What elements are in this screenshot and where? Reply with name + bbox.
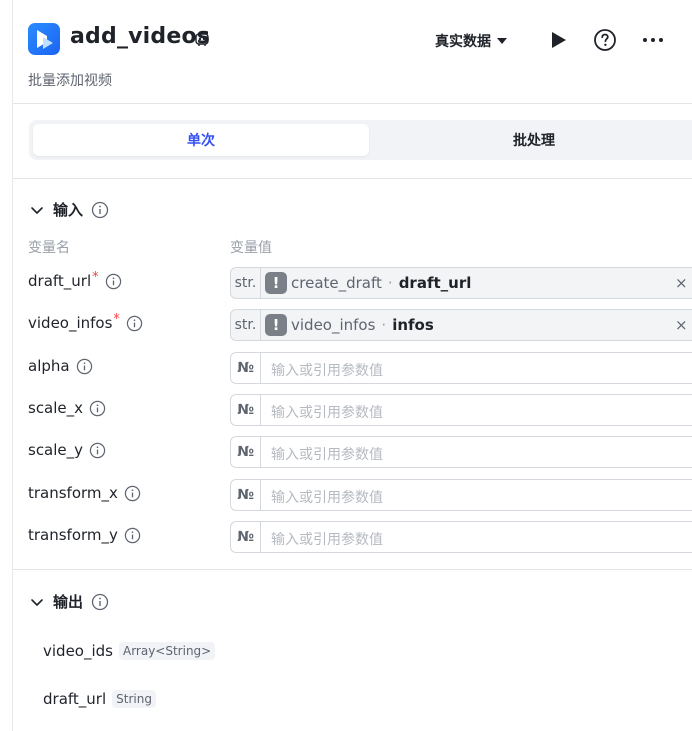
scale-x-value-field[interactable]: № 输入或引用参数值: [230, 394, 692, 426]
run-mode-tabs: 单次 批处理: [29, 120, 692, 160]
required-mark: *: [113, 311, 120, 327]
param-name: video_infos *: [28, 311, 143, 332]
output-type-badge: String: [112, 690, 156, 708]
node-description: 批量添加视频: [28, 73, 112, 89]
input-placeholder: 输入或引用参数值: [271, 405, 383, 421]
param-name: transform_x: [28, 484, 141, 502]
type-tag[interactable]: №: [231, 353, 261, 383]
play-icon[interactable]: [548, 29, 568, 51]
clear-icon[interactable]: ×: [675, 274, 688, 292]
input-placeholder: 输入或引用参数值: [271, 447, 383, 463]
warning-icon: !: [265, 272, 287, 294]
type-tag[interactable]: №: [231, 437, 261, 467]
info-icon: [105, 273, 121, 289]
info-icon: [91, 593, 109, 610]
type-tag[interactable]: №: [231, 522, 261, 552]
video-infos-value-field[interactable]: str. ! video_infos · infos ×: [230, 309, 692, 341]
ref-separator: ·: [381, 316, 387, 334]
param-row: transform_x № 输入或引用参数值: [13, 479, 692, 511]
output-item: video_ids Array<String>: [43, 642, 216, 660]
help-circle-icon[interactable]: [593, 28, 617, 52]
video-plugin-icon: [28, 23, 60, 55]
param-name: draft_url *: [28, 269, 122, 290]
param-row: video_infos * str. ! video_infos · infos …: [13, 309, 692, 341]
ref-separator: ·: [387, 274, 393, 292]
section-divider: [13, 569, 692, 570]
tab-single[interactable]: 单次: [33, 124, 369, 156]
node-title: add_videos: [70, 24, 211, 49]
output-name: draft_url: [43, 690, 107, 708]
param-row: draft_url * str. ! create_draft · draft_u…: [13, 267, 692, 299]
param-row: alpha № 输入或引用参数值: [13, 352, 692, 384]
param-name: scale_y: [28, 441, 106, 459]
caret-down-icon: [497, 38, 507, 44]
output-section-header[interactable]: 输出: [29, 591, 109, 612]
column-header-value: 变量值: [230, 240, 272, 256]
ref-field-name: infos: [392, 316, 434, 334]
chevron-down-icon: [31, 598, 43, 606]
transform-y-value-field[interactable]: № 输入或引用参数值: [230, 521, 692, 553]
type-tag[interactable]: str.: [231, 310, 261, 340]
draft-url-value-field[interactable]: str. ! create_draft · draft_url ×: [230, 267, 692, 299]
scale-y-value-field[interactable]: № 输入或引用参数值: [230, 436, 692, 468]
output-section-title: 输出: [53, 593, 84, 611]
info-icon: [91, 201, 109, 218]
info-icon: [89, 442, 106, 458]
run-mode-tabs-area: 单次 批处理: [13, 104, 692, 179]
chevron-down-icon: [31, 206, 43, 214]
input-placeholder: 输入或引用参数值: [271, 363, 383, 379]
param-name: alpha: [28, 357, 93, 375]
output-name: video_ids: [43, 642, 113, 660]
variable-reference-chip[interactable]: ! video_infos · infos: [265, 313, 434, 337]
ref-node-name: create_draft: [291, 274, 382, 292]
alpha-value-field[interactable]: № 输入或引用参数值: [230, 352, 692, 384]
info-icon: [124, 527, 141, 543]
ref-node-name: video_infos: [291, 316, 376, 334]
warning-icon: !: [265, 314, 287, 336]
info-icon: [124, 485, 141, 501]
input-placeholder: 输入或引用参数值: [271, 490, 383, 506]
data-mode-label: 真实数据: [435, 34, 491, 50]
info-icon: [76, 358, 92, 374]
transform-x-value-field[interactable]: № 输入或引用参数值: [230, 479, 692, 511]
type-tag[interactable]: str.: [231, 268, 261, 298]
ref-field-name: draft_url: [398, 274, 472, 292]
column-header-name: 变量名: [28, 240, 70, 256]
input-section-title: 输入: [53, 201, 84, 219]
info-icon: [126, 315, 143, 331]
data-mode-select[interactable]: 真实数据: [435, 30, 507, 52]
output-item: draft_url String: [43, 690, 156, 708]
input-section-header[interactable]: 输入: [29, 199, 109, 220]
required-mark: *: [92, 269, 99, 285]
type-tag[interactable]: №: [231, 395, 261, 425]
param-name: scale_x: [28, 399, 106, 417]
node-config-panel: add_videos 批量添加视频 真实数据 单次 批处理 输入 变量名 变量值…: [12, 0, 692, 731]
param-row: scale_x № 输入或引用参数值: [13, 394, 692, 426]
plugin-badge-icon: [195, 33, 209, 46]
variable-reference-chip[interactable]: ! create_draft · draft_url: [265, 271, 471, 295]
more-horizontal-icon[interactable]: [640, 28, 666, 52]
param-name: transform_y: [28, 526, 141, 544]
tab-batch[interactable]: 批处理: [369, 124, 692, 156]
clear-icon[interactable]: ×: [675, 316, 688, 334]
param-row: transform_y № 输入或引用参数值: [13, 521, 692, 553]
output-type-badge: Array<String>: [118, 642, 216, 660]
param-row: scale_y № 输入或引用参数值: [13, 436, 692, 468]
info-icon: [89, 400, 106, 416]
type-tag[interactable]: №: [231, 480, 261, 510]
input-placeholder: 输入或引用参数值: [271, 532, 383, 548]
panel-header: add_videos 批量添加视频 真实数据: [13, 0, 692, 104]
